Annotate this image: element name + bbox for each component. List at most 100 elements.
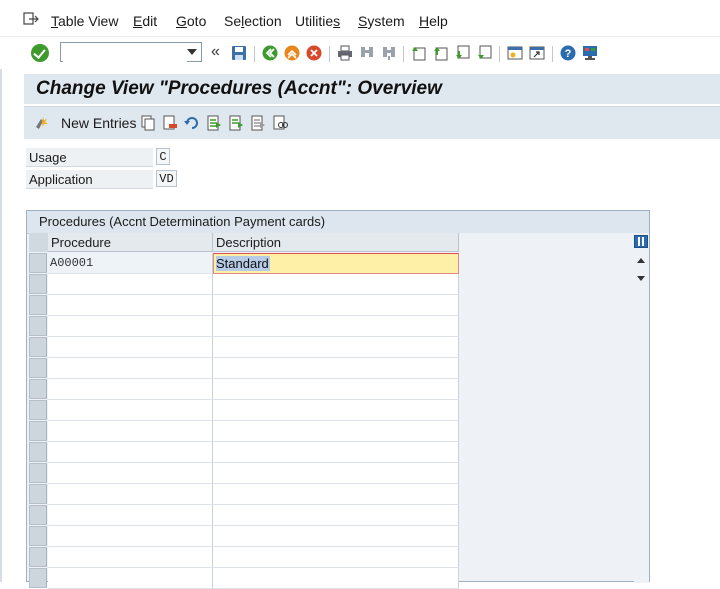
first-page-icon[interactable]	[411, 45, 427, 61]
save-icon[interactable]	[231, 45, 247, 61]
table-row[interactable]	[27, 421, 459, 442]
layout-menu-icon[interactable]	[582, 45, 598, 61]
menu-table-view[interactable]: Table View	[51, 13, 118, 29]
table-row[interactable]	[27, 526, 459, 547]
menu-goto[interactable]: Goto	[176, 13, 206, 29]
print-field-list-icon[interactable]	[272, 115, 288, 131]
back-icon[interactable]	[262, 45, 278, 61]
row-selector[interactable]	[29, 421, 47, 441]
procedure-cell[interactable]	[48, 358, 213, 379]
previous-page-icon[interactable]	[433, 45, 449, 61]
description-input-cell[interactable]	[213, 547, 459, 568]
scroll-down-arrow-icon[interactable]	[637, 276, 645, 281]
procedure-cell[interactable]	[48, 526, 213, 547]
description-input-cell[interactable]	[213, 505, 459, 526]
menu-selection[interactable]: Selection	[224, 13, 282, 29]
procedure-cell[interactable]	[48, 421, 213, 442]
description-input-cell[interactable]: Standard	[213, 253, 459, 274]
description-input-cell[interactable]	[213, 316, 459, 337]
table-row[interactable]	[27, 400, 459, 421]
row-selector[interactable]	[29, 358, 47, 378]
description-input-cell[interactable]	[213, 421, 459, 442]
procedure-cell[interactable]	[48, 274, 213, 295]
copy-as-icon[interactable]	[140, 115, 156, 131]
procedure-cell[interactable]	[48, 505, 213, 526]
row-selector[interactable]	[29, 526, 47, 546]
table-row[interactable]: A00001 Standard	[27, 253, 459, 274]
procedure-cell[interactable]	[48, 379, 213, 400]
procedure-cell[interactable]	[48, 316, 213, 337]
collapse-command-icon[interactable]: «	[211, 44, 220, 60]
table-row[interactable]	[27, 358, 459, 379]
menu-export-icon[interactable]	[23, 12, 39, 26]
row-selector[interactable]	[29, 400, 47, 420]
menu-edit[interactable]: Edit	[133, 13, 157, 29]
row-selector[interactable]	[29, 547, 47, 567]
procedure-cell[interactable]	[48, 295, 213, 316]
table-row[interactable]	[27, 274, 459, 295]
procedure-cell[interactable]	[48, 568, 213, 589]
next-page-icon[interactable]	[455, 45, 471, 61]
description-text[interactable]: Standard	[216, 256, 270, 271]
select-block-icon[interactable]	[228, 115, 244, 131]
command-dropdown-icon[interactable]	[187, 49, 197, 55]
last-page-icon[interactable]	[477, 45, 493, 61]
table-row[interactable]	[27, 295, 459, 316]
row-selector[interactable]	[29, 295, 47, 315]
table-row[interactable]	[27, 442, 459, 463]
new-entries-button[interactable]: New Entries	[61, 115, 136, 131]
row-selector[interactable]	[29, 337, 47, 357]
procedure-cell[interactable]	[48, 484, 213, 505]
description-input-cell[interactable]	[213, 295, 459, 316]
description-input-cell[interactable]	[213, 463, 459, 484]
row-selector[interactable]	[29, 442, 47, 462]
column-header-description[interactable]: Description	[213, 233, 459, 252]
row-selector[interactable]	[29, 505, 47, 525]
description-input-cell[interactable]	[213, 337, 459, 358]
row-selector[interactable]	[29, 484, 47, 504]
description-input-cell[interactable]	[213, 526, 459, 547]
description-input-cell[interactable]	[213, 484, 459, 505]
table-row[interactable]	[27, 463, 459, 484]
row-selector[interactable]	[29, 379, 47, 399]
help-icon[interactable]: ?	[560, 45, 576, 61]
procedure-cell[interactable]	[48, 400, 213, 421]
row-selector[interactable]	[29, 274, 47, 294]
command-field[interactable]	[60, 42, 202, 62]
select-all-rows-cell[interactable]	[29, 233, 49, 252]
shortcut-icon[interactable]	[529, 45, 545, 61]
command-input[interactable]	[63, 44, 187, 62]
description-input-cell[interactable]	[213, 442, 459, 463]
row-selector[interactable]	[29, 253, 47, 273]
enter-check-icon[interactable]	[31, 44, 49, 62]
column-configuration-icon[interactable]	[634, 235, 648, 248]
menu-system[interactable]: System	[358, 13, 405, 29]
menu-help[interactable]: Help	[419, 13, 448, 29]
description-input-cell[interactable]	[213, 358, 459, 379]
table-row[interactable]	[27, 316, 459, 337]
table-row[interactable]	[27, 547, 459, 568]
new-entries-icon[interactable]	[34, 115, 50, 131]
row-selector[interactable]	[29, 463, 47, 483]
table-row[interactable]	[27, 484, 459, 505]
description-input-cell[interactable]	[213, 274, 459, 295]
procedure-cell[interactable]	[48, 337, 213, 358]
table-row[interactable]	[27, 337, 459, 358]
scroll-up-arrow-icon[interactable]	[637, 258, 645, 263]
menu-utilities[interactable]: Utilities	[295, 13, 340, 29]
table-vertical-scrollbar[interactable]	[634, 233, 649, 583]
delete-icon[interactable]	[162, 115, 178, 131]
row-selector[interactable]	[29, 316, 47, 336]
row-selector[interactable]	[29, 568, 47, 588]
deselect-all-icon[interactable]	[250, 115, 266, 131]
find-next-icon[interactable]	[381, 45, 397, 61]
procedure-cell[interactable]	[48, 463, 213, 484]
select-all-icon[interactable]	[206, 115, 222, 131]
description-input-cell[interactable]	[213, 400, 459, 421]
print-icon[interactable]	[337, 45, 353, 61]
table-row[interactable]	[27, 568, 459, 589]
table-row[interactable]	[27, 379, 459, 400]
column-header-procedure[interactable]: Procedure	[48, 233, 213, 252]
new-session-icon[interactable]	[507, 45, 523, 61]
procedure-cell[interactable]	[48, 547, 213, 568]
